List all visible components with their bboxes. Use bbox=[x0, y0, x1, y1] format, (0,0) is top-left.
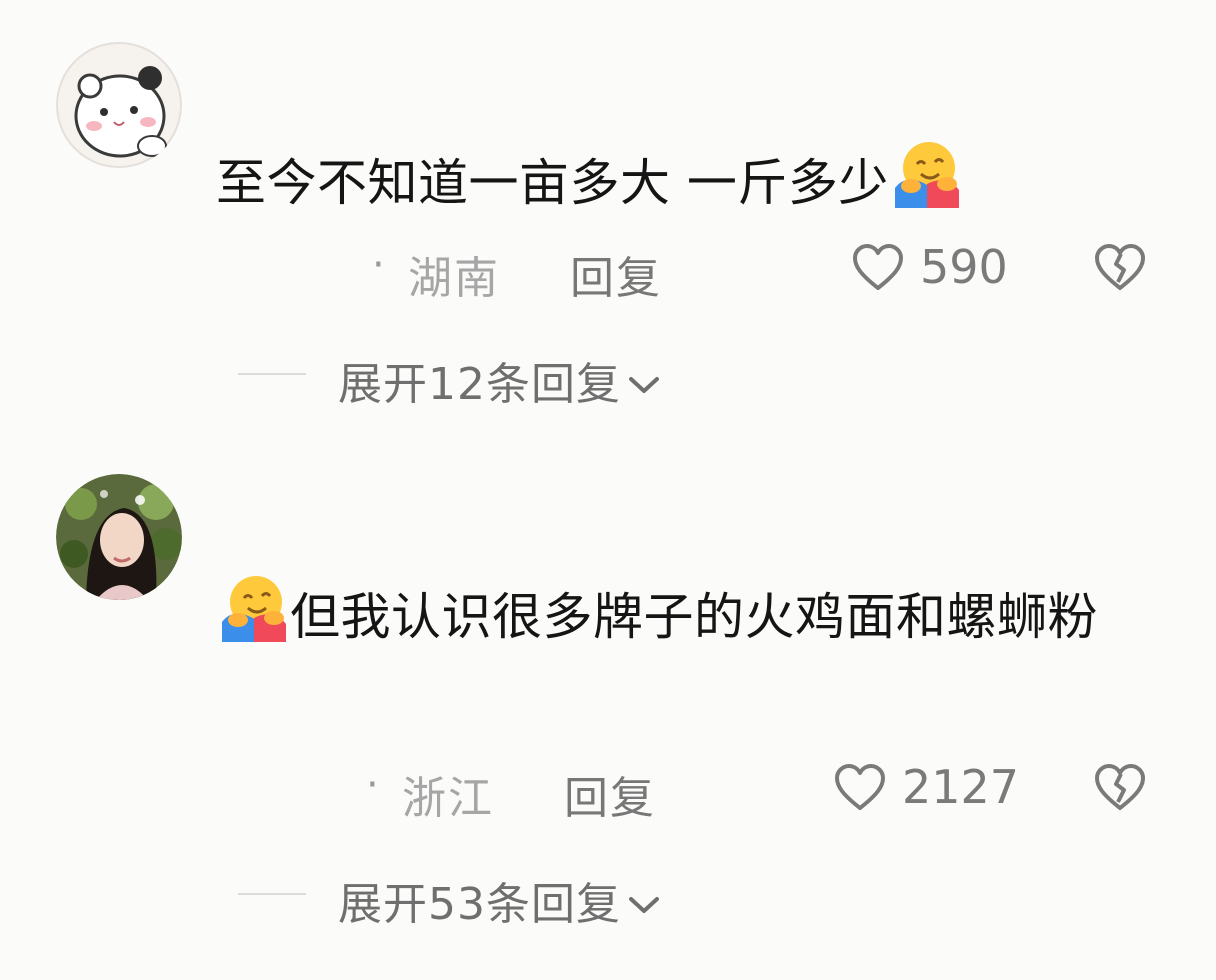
chevron-down-icon bbox=[627, 875, 661, 926]
separator-dot: · bbox=[366, 762, 379, 808]
avatar[interactable] bbox=[56, 474, 182, 600]
hugging-face-emoji-icon bbox=[889, 136, 963, 230]
location-label: 浙江 bbox=[402, 773, 494, 824]
girl-photo-avatar-icon bbox=[56, 474, 182, 600]
separator-dot: · bbox=[372, 242, 385, 288]
like-button[interactable]: 2127 bbox=[832, 758, 1022, 818]
comment-meta: · 浙江 回复 2127 bbox=[0, 756, 1216, 826]
comment-text-body: 至今不知道一亩多大 一斤多少 bbox=[216, 154, 889, 212]
expand-replies-label: 展开53条回复 bbox=[338, 879, 621, 930]
chevron-down-icon bbox=[627, 355, 661, 406]
expand-replies-button[interactable]: 展开12条回复 bbox=[338, 348, 661, 412]
like-button[interactable]: 590 bbox=[850, 238, 1020, 298]
comment-text: 但我认识很多牌子的火鸡面和螺蛳粉 bbox=[216, 570, 1146, 664]
expand-replies-row: 展开12条回复 bbox=[0, 346, 1216, 410]
like-count: 2127 bbox=[902, 760, 1020, 814]
heart-outline-icon bbox=[835, 764, 885, 810]
comment-text: 至今不知道一亩多大 一斤多少 bbox=[216, 136, 1146, 230]
avatar[interactable] bbox=[56, 42, 182, 168]
panda-avatar-icon bbox=[56, 42, 182, 168]
divider-line bbox=[238, 893, 306, 895]
dislike-button[interactable] bbox=[1092, 240, 1148, 300]
expand-replies-row: 展开53条回复 bbox=[0, 866, 1216, 930]
location-label: 湖南 bbox=[408, 253, 500, 304]
expand-replies-button[interactable]: 展开53条回复 bbox=[338, 868, 661, 932]
dislike-button[interactable] bbox=[1092, 760, 1148, 820]
reply-button[interactable]: 回复 bbox=[570, 242, 662, 306]
reply-button[interactable]: 回复 bbox=[564, 762, 656, 826]
comment-text-body: 但我认识很多牌子的火鸡面和螺蛳粉 bbox=[290, 588, 1098, 646]
heart-outline-icon bbox=[853, 244, 903, 290]
broken-heart-icon bbox=[1095, 764, 1145, 810]
divider-line bbox=[238, 373, 306, 375]
hugging-face-emoji-icon bbox=[216, 570, 290, 664]
comment-meta: · 湖南 回复 590 bbox=[0, 236, 1216, 306]
broken-heart-icon bbox=[1095, 244, 1145, 290]
like-count: 590 bbox=[920, 240, 1008, 294]
expand-replies-label: 展开12条回复 bbox=[338, 359, 621, 410]
